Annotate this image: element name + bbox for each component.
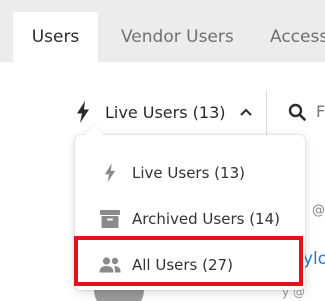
menu-item-all-users-label: All Users (27) — [132, 256, 233, 274]
search-input[interactable] — [316, 98, 325, 124]
menu-item-live-users[interactable]: Live Users (13) — [75, 151, 305, 195]
bolt-icon — [77, 101, 89, 123]
search-icon[interactable] — [288, 103, 306, 121]
archive-box-icon — [99, 208, 121, 230]
tab-access[interactable]: Access — [270, 12, 325, 62]
menu-item-archived-users-label: Archived Users (14) — [132, 210, 280, 228]
chevron-up-icon — [239, 108, 252, 116]
bolt-icon — [99, 162, 121, 184]
users-icon — [99, 254, 121, 276]
tab-vendor-users[interactable]: Vendor Users — [121, 12, 234, 62]
tab-vendor-users-label: Vendor Users — [121, 27, 234, 47]
background-user-link-fragment[interactable]: ylo — [303, 249, 325, 269]
tab-users-label: Users — [31, 27, 80, 47]
users-page: Users Vendor Users Access Live Users (13… — [0, 0, 325, 301]
tab-bar: Users Vendor Users Access — [0, 0, 325, 62]
user-filter-menu: Live Users (13) Archived Users (14) All … — [75, 125, 305, 290]
user-filter-label: Live Users (13) — [105, 102, 226, 122]
user-filter-dropdown-toggle[interactable]: Live Users (13) — [76, 100, 252, 124]
menu-item-all-users[interactable]: All Users (27) — [75, 243, 305, 287]
toolbar-divider — [266, 90, 267, 138]
tab-access-label: Access — [270, 27, 325, 47]
menu-item-live-users-label: Live Users (13) — [132, 164, 245, 182]
menu-pointer — [84, 125, 104, 145]
menu-item-archived-users[interactable]: Archived Users (14) — [75, 197, 305, 241]
avatar — [94, 290, 144, 301]
main-content: Live Users (13) @m ylo y @ .co Live User… — [0, 62, 325, 301]
background-email-fragment: @m — [312, 203, 325, 218]
tab-users[interactable]: Users — [13, 12, 98, 62]
